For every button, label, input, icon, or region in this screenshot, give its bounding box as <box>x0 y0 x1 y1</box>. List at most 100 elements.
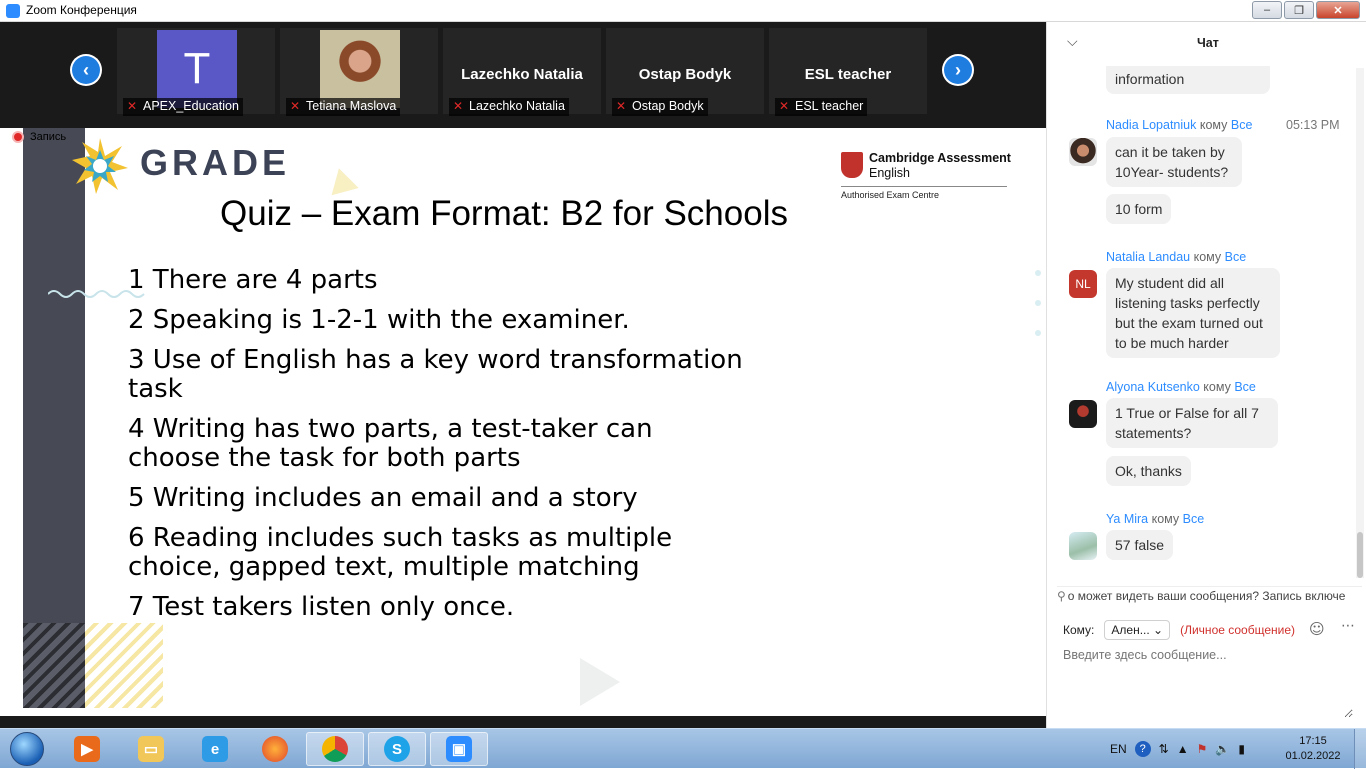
muted-mic-icon: ✕ <box>616 99 627 113</box>
avatar: T <box>157 30 237 108</box>
language-indicator[interactable]: EN <box>1110 742 1127 756</box>
to-label: Кому: <box>1063 623 1095 637</box>
minimize-button[interactable]: – <box>1252 1 1282 19</box>
muted-mic-icon: ✕ <box>453 99 464 113</box>
scrollbar-thumb[interactable] <box>1357 532 1363 578</box>
show-hidden-icons[interactable]: ▲ <box>1177 742 1189 756</box>
participant-tile[interactable]: ✕ Tetiana Maslova <box>280 28 438 116</box>
taskbar-media-player[interactable]: ▶ <box>58 732 116 766</box>
clock[interactable]: 17:15 01.02.2022 <box>1278 734 1348 764</box>
show-desktop-button[interactable] <box>1354 729 1366 769</box>
folder-icon: ▭ <box>138 736 164 762</box>
to-word: кому <box>1203 380 1231 394</box>
slide-decor-play <box>580 658 620 706</box>
taskbar-explorer[interactable]: ▭ <box>122 732 180 766</box>
slide-decor-dots <box>1035 270 1041 360</box>
chat-message-bubble: 10 form <box>1106 194 1172 224</box>
window-titlebar: Zoom Конференция – ❐ ✕ <box>0 0 1366 22</box>
chat-messages[interactable]: information Nadia Lopatniuk кому Все 05:… <box>1047 66 1366 586</box>
meeting-footer <box>0 716 1046 728</box>
taskbar-chrome[interactable] <box>306 732 364 766</box>
avatar <box>1069 138 1097 166</box>
restore-button[interactable]: ❐ <box>1284 1 1314 19</box>
participant-name: Lazechko Natalia <box>469 99 565 113</box>
participant-tile[interactable]: Lazechko Natalia ✕ Lazechko Natalia <box>443 28 601 116</box>
next-page-button[interactable]: › <box>942 54 974 86</box>
muted-mic-icon: ✕ <box>290 99 301 113</box>
system-tray: EN ? ⇅ ▲ ⚑ 🔈 ▮ <box>1110 729 1245 769</box>
avatar <box>1069 532 1097 560</box>
taskbar-ie[interactable]: e <box>186 732 244 766</box>
skype-icon: S <box>384 736 410 762</box>
taskbar-zoom[interactable]: ▣ <box>430 732 488 766</box>
participant-name-label: ✕ ESL teacher <box>775 98 868 116</box>
notice-text: о может видеть ваши сообщения? Запись вк… <box>1067 589 1346 603</box>
taskbar-firefox[interactable] <box>246 732 304 766</box>
participant-name-label: ✕ APEX_Education <box>123 98 243 116</box>
participant-name-label: ✕ Tetiana Maslova <box>286 98 401 116</box>
prev-page-button[interactable]: ‹ <box>70 54 102 86</box>
volume-icon[interactable]: 🔈 <box>1215 742 1230 756</box>
avatar: NL <box>1069 270 1097 298</box>
windows-logo-icon <box>10 732 44 766</box>
recipient-name: Все <box>1234 380 1256 394</box>
grade-logo-text: GRADE <box>140 142 291 183</box>
chat-message-meta: Alyona Kutsenko кому Все <box>1106 380 1256 394</box>
grade-logo-icon <box>72 138 128 194</box>
sender-name[interactable]: Ya Mira <box>1106 512 1148 526</box>
participant-name: APEX_Education <box>143 99 239 113</box>
chat-header: ⌵ Чат <box>1047 22 1366 66</box>
chat-scrollbar[interactable] <box>1356 68 1364 578</box>
participant-tile[interactable]: Ostap Bodyk ✕ Ostap Bodyk <box>606 28 764 116</box>
zoom-app-icon <box>6 4 20 18</box>
chat-message-bubble: can it be taken by 10Year- students? <box>1106 137 1242 187</box>
chat-message-bubble: 57 false <box>1106 530 1174 560</box>
participant-name-label: ✕ Lazechko Natalia <box>449 98 569 116</box>
quiz-item: 1 There are 4 parts <box>128 265 378 295</box>
quiz-item: 3 Use of English has a key word transfor… <box>128 345 743 404</box>
quiz-item: 7 Test takers listen only once. <box>128 592 515 622</box>
emoji-icon[interactable]: ☺ <box>1309 620 1325 638</box>
chrome-icon <box>322 736 348 762</box>
recipient-dropdown[interactable]: Ален... ⌄ <box>1104 620 1171 640</box>
slide-decor-triangle <box>325 164 359 196</box>
cambridge-logo-line3: Authorised Exam Centre <box>841 190 940 200</box>
participant-name-label: ✕ Ostap Bodyk <box>612 98 708 116</box>
people-icon: ⚲ <box>1057 589 1066 603</box>
chat-input[interactable] <box>1063 648 1353 718</box>
clock-date: 01.02.2022 <box>1285 750 1341 762</box>
message-time: 05:13 PM <box>1286 118 1340 132</box>
sender-name[interactable]: Natalia Landau <box>1106 250 1190 264</box>
window-controls: – ❐ ✕ <box>1252 1 1360 19</box>
cambridge-logo-line1: Cambridge Assessment <box>869 151 1011 165</box>
chevron-down-icon[interactable]: ⌵ <box>1067 34 1078 50</box>
help-icon[interactable]: ? <box>1134 741 1151 757</box>
to-word: кому <box>1151 512 1180 526</box>
private-message-label: (Личное сообщение) <box>1180 623 1296 637</box>
participant-tile[interactable]: T ✕ APEX_Education <box>117 28 275 116</box>
quiz-item: 5 Writing includes an email and a story <box>128 483 638 513</box>
clock-time: 17:15 <box>1299 735 1327 747</box>
network-icon[interactable]: ⇅ <box>1159 742 1169 756</box>
signal-icon[interactable]: ▮ <box>1238 742 1245 756</box>
participant-tile[interactable]: ESL teacher ✕ ESL teacher <box>769 28 927 116</box>
sender-name[interactable]: Alyona Kutsenko <box>1106 380 1200 394</box>
participant-name: ESL teacher <box>795 99 864 113</box>
media-player-icon: ▶ <box>74 736 100 762</box>
muted-mic-icon: ✕ <box>779 99 790 113</box>
recording-indicator[interactable]: Запись <box>12 131 66 143</box>
taskbar-skype[interactable]: S <box>368 732 426 766</box>
more-icon[interactable]: ⋯ <box>1341 618 1355 634</box>
sender-name[interactable]: Nadia Lopatniuk <box>1106 118 1196 132</box>
slide-decor-bar <box>23 128 85 708</box>
slide-title: Quiz – Exam Format: B2 for Schools <box>220 194 788 233</box>
flag-icon[interactable]: ⚑ <box>1197 742 1208 756</box>
start-button[interactable] <box>2 730 52 768</box>
quiz-item: 4 Writing has two parts, a test-taker ca… <box>128 414 653 473</box>
close-button[interactable]: ✕ <box>1316 1 1360 19</box>
participant-name: Ostap Bodyk <box>632 99 704 113</box>
participant-display-name: Ostap Bodyk <box>638 66 732 83</box>
chat-visibility-notice[interactable]: ⚲ о может видеть ваши сообщения? Запись в… <box>1057 586 1362 603</box>
chevron-down-icon: ⌄ <box>1153 623 1164 637</box>
muted-mic-icon: ✕ <box>127 99 138 113</box>
